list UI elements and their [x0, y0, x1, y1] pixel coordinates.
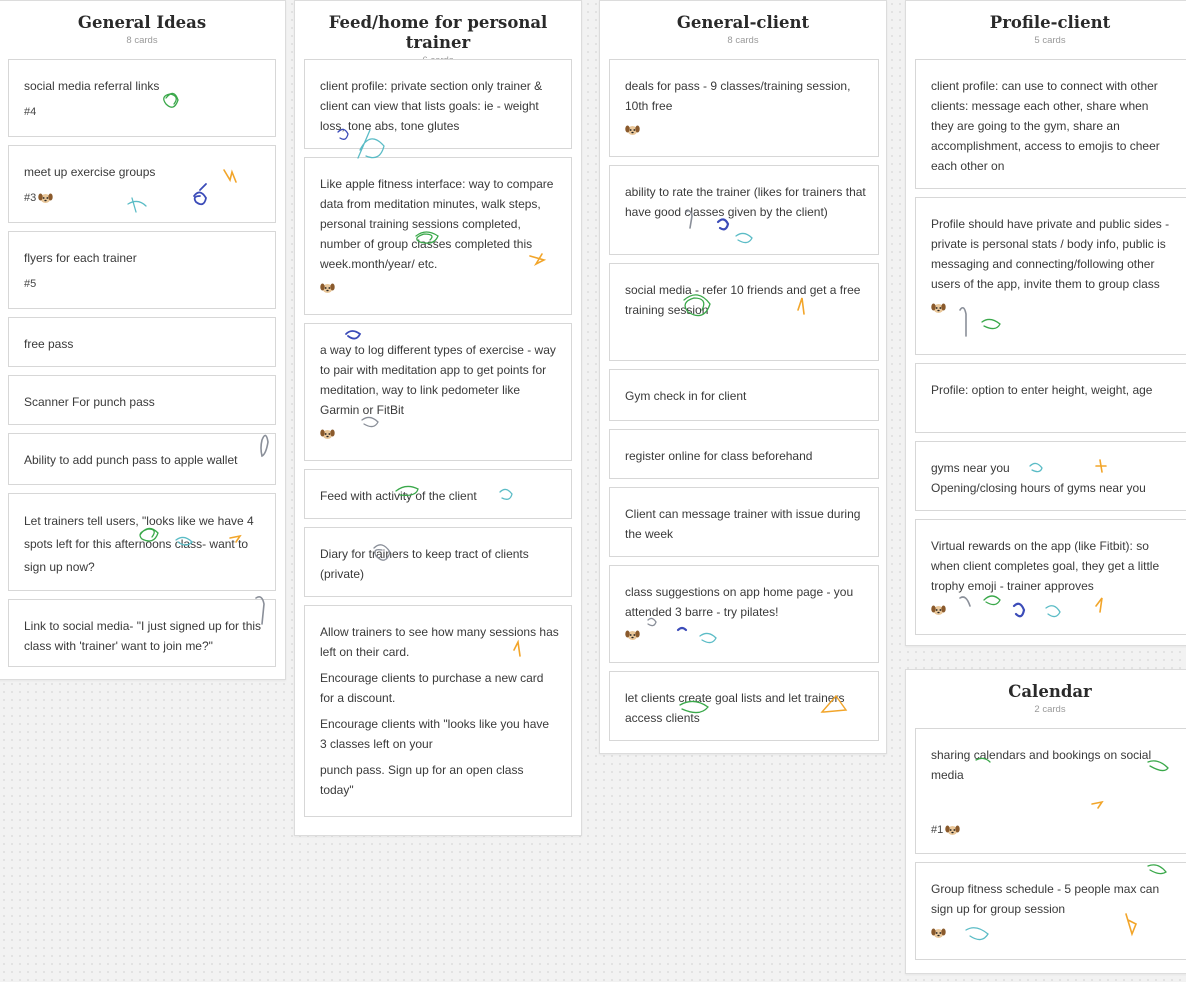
card-count: 8 cards — [727, 35, 759, 46]
column-title: Feed/home for personal trainer — [328, 13, 548, 52]
card-text: ability to rate the trainer (likes for t… — [625, 185, 866, 219]
card-paragraph: punch pass. Sign up for an open class to… — [320, 763, 524, 797]
card[interactable]: free pass — [8, 317, 276, 367]
card[interactable]: a way to log different types of exercise… — [304, 323, 572, 461]
card-text: Gym check in for client — [625, 389, 747, 403]
card-text: social media referral links — [24, 79, 160, 93]
card-text: flyers for each trainer — [24, 251, 137, 265]
card[interactable]: meet up exercise groups #3 — [8, 145, 276, 223]
dog-emoji-icon — [625, 125, 640, 135]
column-title: Calendar — [1008, 682, 1092, 701]
card-paragraph: Allow trainers to see how many sessions … — [320, 625, 559, 659]
card[interactable]: Virtual rewards on the app (like Fitbit)… — [915, 519, 1186, 635]
dog-emoji-icon — [320, 429, 335, 439]
card-paragraph: Encourage clients to purchase a new card… — [320, 671, 544, 705]
column-general-ideas: General Ideas 8 cards social media refer… — [0, 0, 286, 680]
card-text: Virtual rewards on the app (like Fitbit)… — [931, 539, 1160, 593]
card[interactable]: social media referral links #4 — [8, 59, 276, 137]
card-text: Diary for trainers to keep tract of clie… — [320, 547, 529, 581]
card[interactable]: Allow trainers to see how many sessions … — [304, 605, 572, 817]
dog-emoji-icon — [931, 303, 946, 313]
card[interactable]: Ability to add punch pass to apple walle… — [8, 433, 276, 485]
card[interactable]: Client can message trainer with issue du… — [609, 487, 879, 557]
card[interactable]: client profile: private section only tra… — [304, 59, 572, 149]
card-text: sharing calendars and bookings on social… — [931, 748, 1152, 782]
dog-emoji-icon — [931, 928, 946, 938]
card[interactable]: Profile should have private and public s… — [915, 197, 1186, 355]
card[interactable]: register online for class beforehand — [609, 429, 879, 479]
card-text: client profile: private section only tra… — [320, 79, 543, 133]
card[interactable]: Group fitness schedule - 5 people max ca… — [915, 862, 1186, 960]
card-text: Like apple fitness interface: way to com… — [320, 177, 554, 271]
card-text: Let trainers tell users, "looks like we … — [24, 514, 254, 574]
card[interactable]: social media - refer 10 friends and get … — [609, 263, 879, 361]
card-text: Scanner For punch pass — [24, 395, 155, 409]
dog-emoji-icon — [945, 825, 960, 835]
card-text: Profile should have private and public s… — [931, 217, 1170, 291]
card[interactable]: gyms near you Opening/closing hours of g… — [915, 441, 1186, 511]
card-text: social media - refer 10 friends and get … — [625, 283, 861, 317]
card-tag: #1 — [931, 824, 944, 836]
card[interactable]: class suggestions on app home page - you… — [609, 565, 879, 663]
card-text: let clients create goal lists and let tr… — [625, 691, 845, 725]
card-count: 5 cards — [1034, 35, 1066, 46]
dog-emoji-icon — [931, 605, 946, 615]
card[interactable]: sharing calendars and bookings on social… — [915, 728, 1186, 854]
card-tag: #4 — [24, 106, 37, 118]
card[interactable]: client profile: can use to connect with … — [915, 59, 1186, 189]
card[interactable]: Diary for trainers to keep tract of clie… — [304, 527, 572, 597]
card[interactable]: ability to rate the trainer (likes for t… — [609, 165, 879, 255]
dog-emoji-icon — [38, 193, 53, 203]
card-text: Link to social media- "I just signed up … — [24, 619, 262, 653]
card-text: Profile: option to enter height, weight,… — [931, 383, 1153, 397]
card-text: class suggestions on app home page - you… — [625, 585, 854, 619]
card[interactable]: let clients create goal lists and let tr… — [609, 671, 879, 741]
card[interactable]: Feed with activity of the client — [304, 469, 572, 519]
column-calendar: Calendar 2 cards sharing calendars and b… — [905, 669, 1186, 974]
card[interactable]: Scanner For punch pass — [8, 375, 276, 425]
dog-emoji-icon — [625, 630, 640, 640]
card-count: 8 cards — [126, 35, 158, 46]
card-text: deals for pass - 9 classes/training sess… — [625, 79, 851, 113]
card[interactable]: deals for pass - 9 classes/training sess… — [609, 59, 879, 157]
column-title: General-client — [676, 13, 810, 32]
column-general-client: General-client 8 cards deals for pass - … — [599, 0, 887, 754]
card-tag: #5 — [24, 278, 37, 290]
column-title: Profile-client — [989, 13, 1111, 32]
card-text: Ability to add punch pass to apple walle… — [24, 453, 238, 467]
card-text: free pass — [24, 337, 74, 351]
card-count: 2 cards — [1034, 704, 1066, 715]
card[interactable]: Gym check in for client — [609, 369, 879, 421]
card-tag: #3 — [24, 192, 37, 204]
card-text: meet up exercise groups — [24, 165, 156, 179]
card[interactable]: Profile: option to enter height, weight,… — [915, 363, 1186, 433]
card[interactable]: flyers for each trainer #5 — [8, 231, 276, 309]
dog-emoji-icon — [320, 283, 335, 293]
card-text: Feed with activity of the client — [320, 489, 477, 503]
card-text: gyms near you — [931, 461, 1010, 475]
column-profile-client: Profile-client 5 cards client profile: c… — [905, 0, 1186, 646]
card-text: register online for class beforehand — [625, 449, 813, 463]
card[interactable]: Let trainers tell users, "looks like we … — [8, 493, 276, 591]
card-text: Group fitness schedule - 5 people max ca… — [931, 882, 1160, 916]
card-paragraph: Encourage clients with "looks like you h… — [320, 717, 550, 751]
card[interactable]: Link to social media- "I just signed up … — [8, 599, 276, 667]
card-text: client profile: can use to connect with … — [931, 79, 1160, 173]
column-title: General Ideas — [77, 13, 207, 32]
card-text: Client can message trainer with issue du… — [625, 507, 861, 541]
card[interactable]: Like apple fitness interface: way to com… — [304, 157, 572, 315]
card-text: a way to log different types of exercise… — [320, 343, 556, 417]
card-text: Opening/closing hours of gyms near you — [931, 481, 1146, 495]
column-feed-home-trainer: Feed/home for personal trainer 6 cards c… — [294, 0, 582, 836]
